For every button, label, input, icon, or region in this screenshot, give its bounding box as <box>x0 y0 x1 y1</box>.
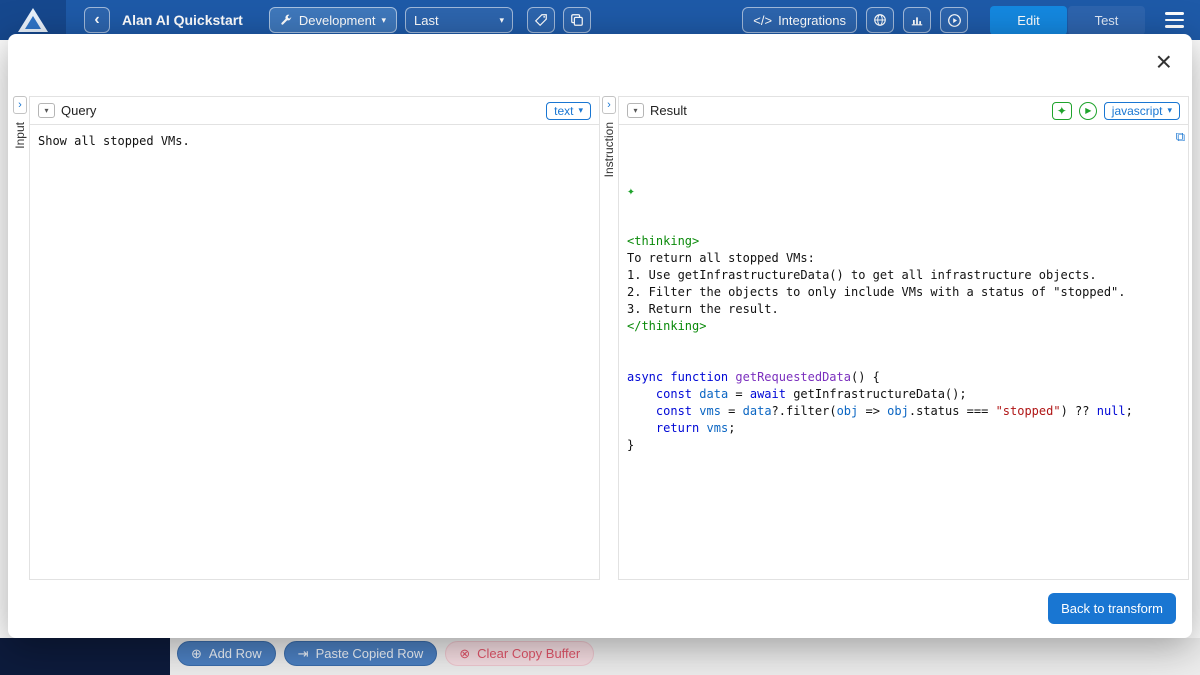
query-panel-header: ▾ Query text ▾ <box>30 97 599 125</box>
clear-icon: ⊗ <box>459 647 470 660</box>
chevron-down-icon: ▾ <box>1167 106 1172 115</box>
bar-chart-icon <box>910 13 924 27</box>
query-type-select[interactable]: text ▾ <box>546 102 591 120</box>
add-row-button[interactable]: ⊕ Add Row <box>177 641 276 666</box>
wrench-icon <box>280 14 293 27</box>
paste-copied-row-button[interactable]: ⇥ Paste Copied Row <box>284 641 438 666</box>
tag-icon <box>534 13 548 27</box>
version-label: Last <box>414 13 439 28</box>
code-brackets-icon: </> <box>753 13 772 28</box>
result-collapse-toggle[interactable]: ▾ <box>627 103 644 118</box>
query-collapse-toggle[interactable]: ▾ <box>38 103 55 118</box>
chevron-down-icon: ▾ <box>578 106 583 115</box>
version-select[interactable]: Last ▾ <box>405 7 513 33</box>
mode-tabs: Edit Test <box>990 6 1145 35</box>
result-panel: ▾ Result ✦ ▶ javascript ▾ <box>618 96 1189 580</box>
clear-copy-buffer-button[interactable]: ⊗ Clear Copy Buffer <box>445 641 594 666</box>
chevron-right-icon: › <box>18 100 22 111</box>
tab-edit[interactable]: Edit <box>990 6 1067 35</box>
chevron-left-icon: ‹ <box>94 11 99 29</box>
environment-label: Development <box>299 13 376 28</box>
chevron-down-icon: ▾ <box>633 106 637 115</box>
collapse-query-button[interactable]: › <box>13 96 27 114</box>
generate-button[interactable]: ✦ <box>1052 102 1072 120</box>
environment-dropdown[interactable]: Development ▾ <box>269 7 397 33</box>
copy-result-button[interactable]: ⧉ <box>1176 129 1185 146</box>
back-button[interactable]: ‹ <box>84 7 110 33</box>
copy-version-button[interactable] <box>563 7 591 33</box>
top-bar-right: </> Integrations Edit Test <box>733 6 1200 35</box>
alan-logo-icon <box>18 8 48 32</box>
copy-icon <box>570 13 584 27</box>
input-rail-label: Input <box>13 122 27 149</box>
globe-icon <box>873 13 887 27</box>
globe-button[interactable] <box>866 7 894 33</box>
instruction-rail: › Instruction <box>600 96 618 580</box>
paste-row-label: Paste Copied Row <box>316 646 424 661</box>
paste-icon: ⇥ <box>298 647 309 660</box>
chevron-down-icon: ▾ <box>381 16 386 25</box>
query-panel: ▾ Query text ▾ Show all stopped VMs. <box>29 96 600 580</box>
result-language-select[interactable]: javascript ▾ <box>1104 102 1180 120</box>
chevron-down-icon: ▾ <box>44 106 48 115</box>
close-button[interactable]: × <box>1156 48 1172 76</box>
result-content: ⧉ ✦ <thinking>To return all stopped VMs:… <box>619 125 1188 579</box>
add-row-label: Add Row <box>209 646 262 661</box>
back-to-transform-button[interactable]: Back to transform <box>1048 593 1176 624</box>
clear-buffer-label: Clear Copy Buffer <box>477 646 580 661</box>
result-panel-title: Result <box>650 103 687 118</box>
menu-button[interactable] <box>1165 12 1184 28</box>
result-code: <thinking>To return all stopped VMs:1. U… <box>627 233 1180 454</box>
input-rail: › Input <box>11 96 29 580</box>
query-type-value: text <box>554 104 573 118</box>
run-result-button[interactable]: ▶ <box>1079 102 1097 120</box>
row-actions: ⊕ Add Row ⇥ Paste Copied Row ⊗ Clear Cop… <box>177 641 594 666</box>
play-icon: ▶ <box>1085 106 1091 115</box>
add-icon: ⊕ <box>191 647 202 660</box>
integrations-label: Integrations <box>778 13 846 28</box>
tag-button[interactable] <box>527 7 555 33</box>
bottom-bar: ⊕ Add Row ⇥ Paste Copied Row ⊗ Clear Cop… <box>0 638 1200 675</box>
play-circle-icon <box>947 13 962 28</box>
result-language-value: javascript <box>1112 104 1163 118</box>
collapse-instruction-button[interactable]: › <box>602 96 616 114</box>
ai-sparkle-icon: ✦ <box>627 184 1180 199</box>
instruction-rail-label: Instruction <box>602 122 616 177</box>
sparkle-icon: ✦ <box>1057 104 1067 118</box>
integrations-button[interactable]: </> Integrations <box>742 7 857 33</box>
project-title: Alan AI Quickstart <box>122 12 243 28</box>
chevron-down-icon: ▾ <box>499 16 504 25</box>
sidebar-footer <box>0 638 170 675</box>
query-panel-title: Query <box>61 103 96 118</box>
close-icon: × <box>1156 46 1172 77</box>
result-panel-header: ▾ Result ✦ ▶ javascript ▾ <box>619 97 1188 125</box>
run-button[interactable] <box>940 7 968 33</box>
analytics-button[interactable] <box>903 7 931 33</box>
modal-panels: › Input ▾ Query text ▾ Show all stopped … <box>11 96 1189 580</box>
transform-modal: × › Input ▾ Query text ▾ Sho <box>8 34 1192 638</box>
tab-test[interactable]: Test <box>1068 6 1145 35</box>
query-input[interactable]: Show all stopped VMs. <box>30 125 599 579</box>
chevron-right-icon: › <box>607 100 611 111</box>
hamburger-icon <box>1165 12 1184 15</box>
